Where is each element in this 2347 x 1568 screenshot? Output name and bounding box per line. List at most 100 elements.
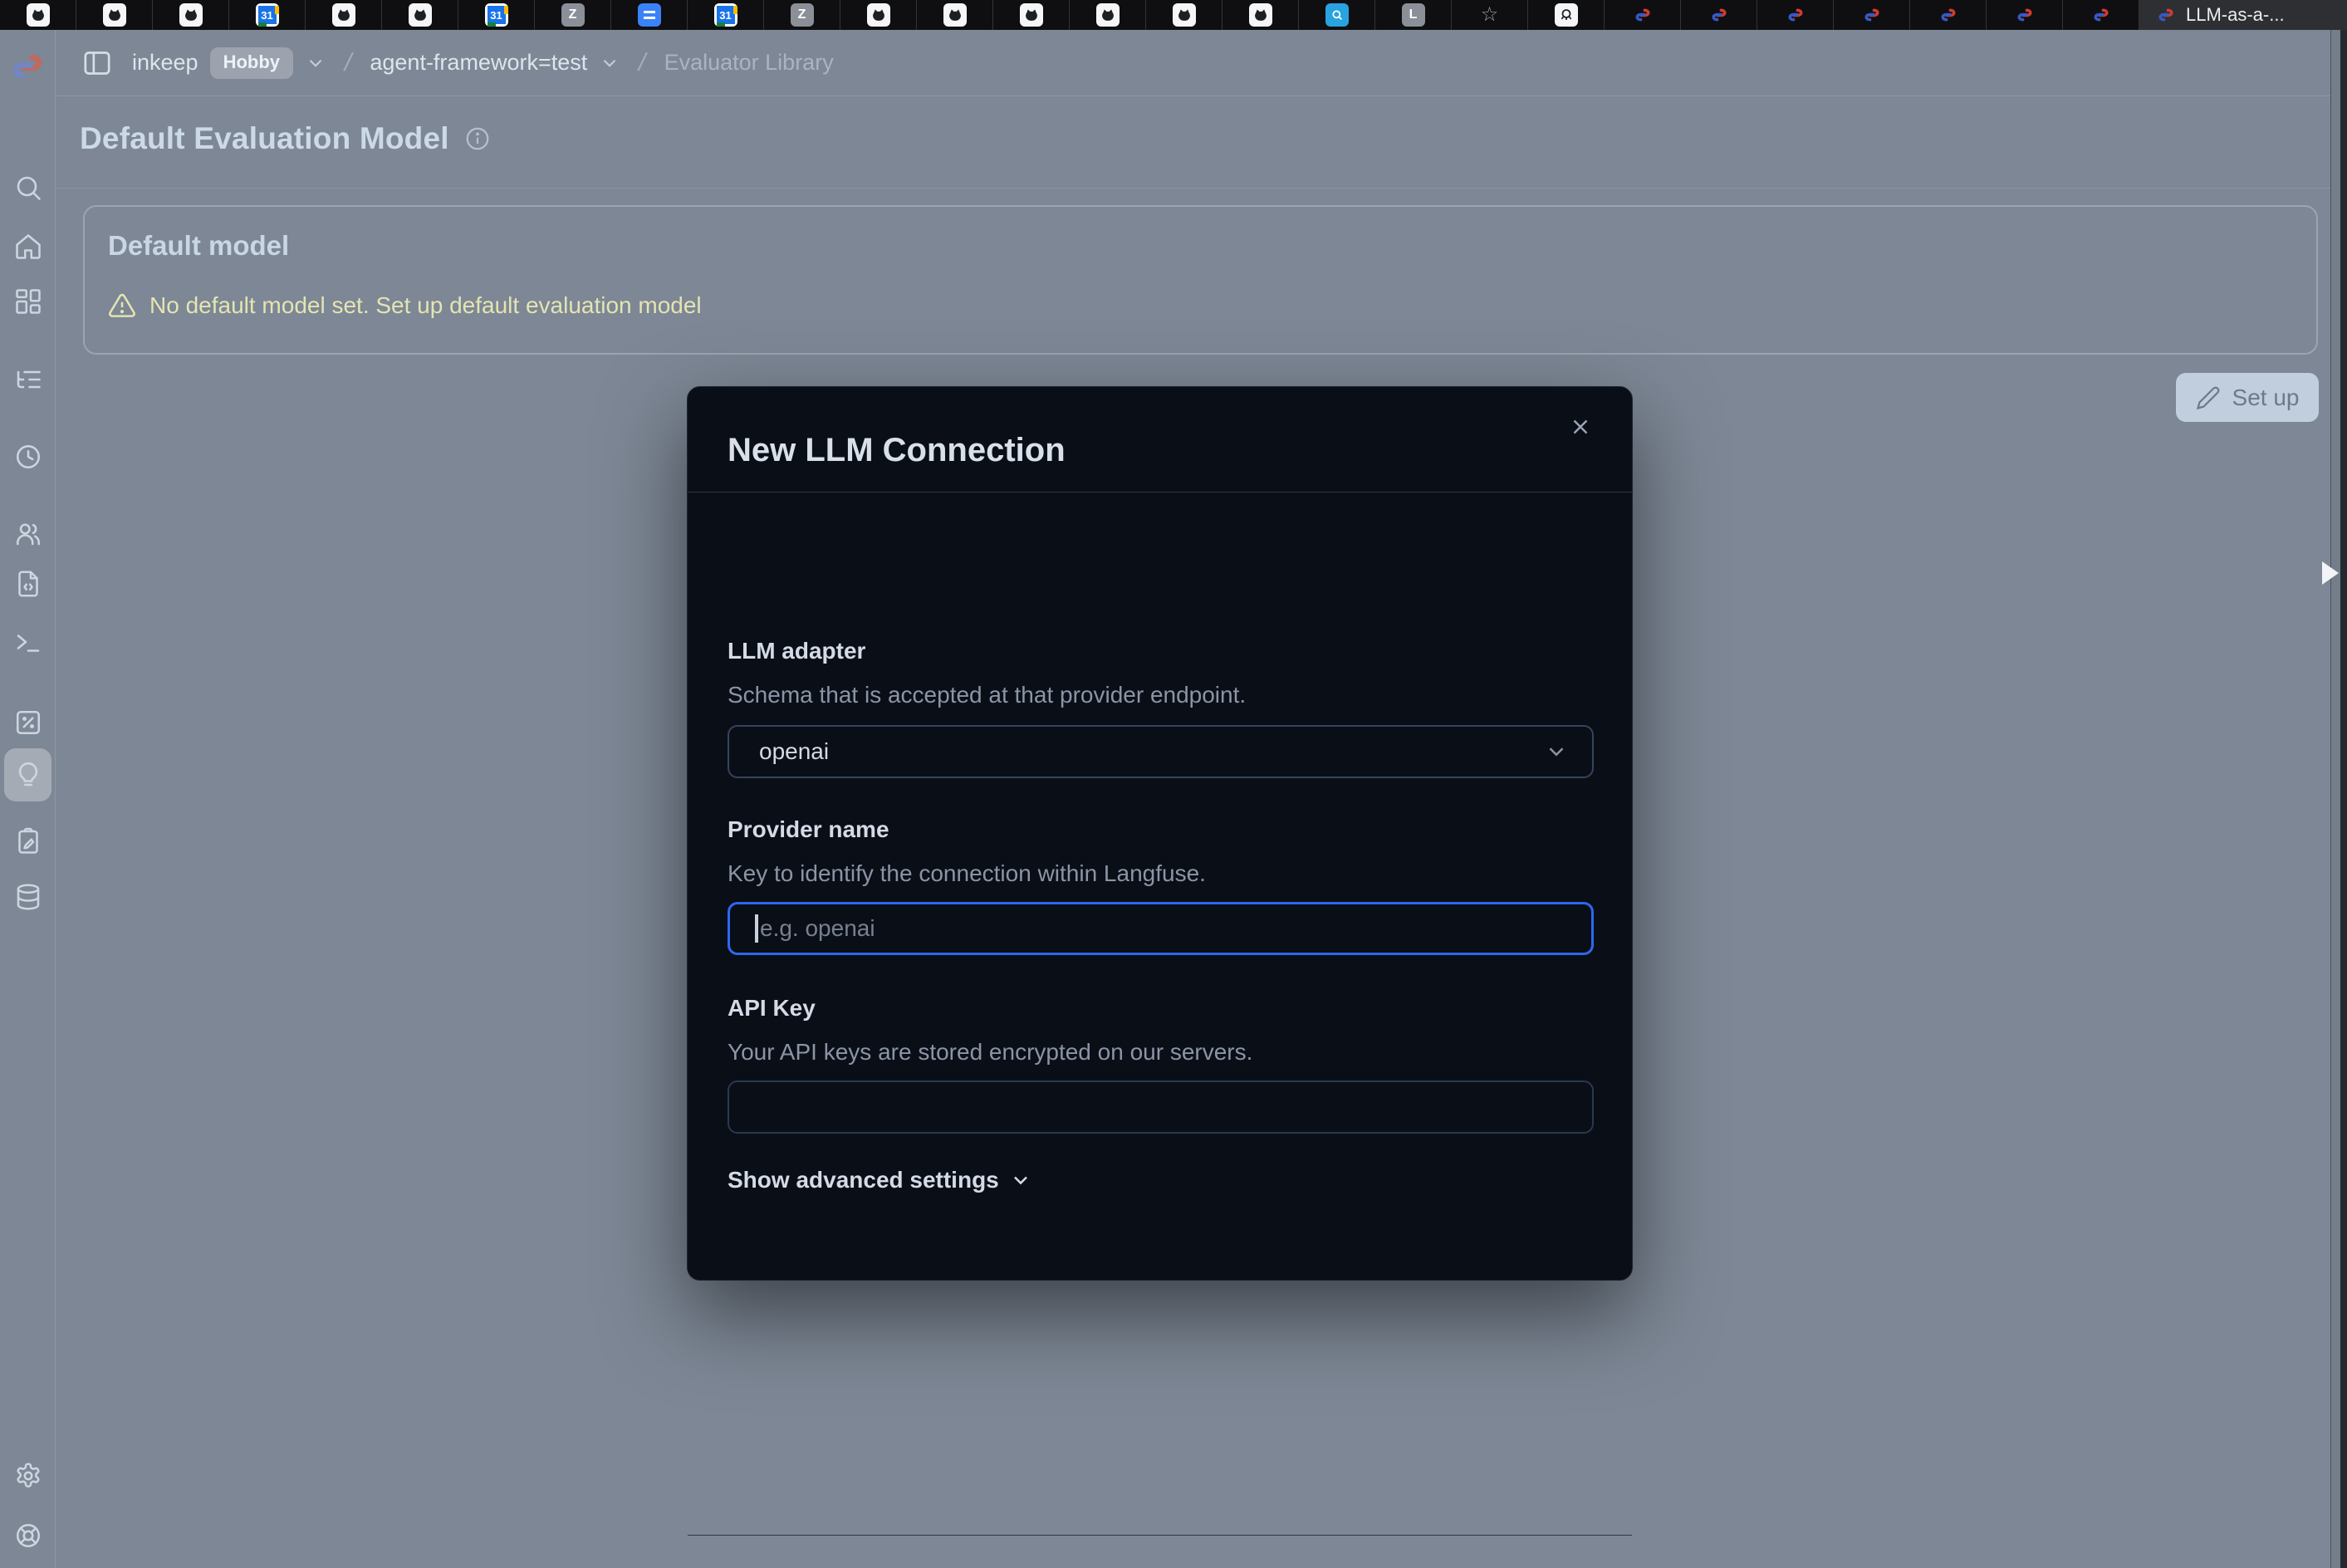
browser-tab[interactable]: [76, 0, 153, 30]
text-cursor: [755, 914, 758, 943]
provider-name-input[interactable]: [728, 902, 1594, 955]
sidebar-item-database[interactable]: [0, 870, 56, 924]
browser-tab[interactable]: [1222, 0, 1299, 30]
browser-tab[interactable]: [1987, 0, 2063, 30]
lightbulb-icon: [13, 760, 43, 790]
browser-tab[interactable]: [611, 0, 688, 30]
l-favicon-icon: L: [1402, 3, 1425, 27]
sidebar-item-terminal[interactable]: [0, 615, 56, 669]
browser-tab[interactable]: [1910, 0, 1987, 30]
close-icon[interactable]: [1562, 409, 1599, 445]
api-key-description: Your API keys are stored encrypted on ou…: [728, 1039, 1252, 1066]
provider-name-description: Key to identify the connection within La…: [728, 860, 1206, 887]
browser-tab[interactable]: [1834, 0, 1910, 30]
browser-tab[interactable]: [0, 0, 76, 30]
browser-tab[interactable]: [1528, 0, 1605, 30]
sidebar-item-home[interactable]: [0, 220, 56, 273]
github-favicon-icon: [179, 3, 203, 27]
breadcrumb-separator: /: [636, 49, 649, 77]
browser-tab[interactable]: [1605, 0, 1681, 30]
breadcrumb-project[interactable]: agent-framework=test: [370, 50, 620, 76]
browser-tab-strip: 3131Z31ZL☆LLM-as-a-...: [0, 0, 2347, 30]
langfuse-favicon-icon: [1860, 3, 1884, 27]
langfuse-favicon-icon: [2154, 3, 2178, 27]
browser-tab[interactable]: [153, 0, 229, 30]
browser-tab[interactable]: [1146, 0, 1222, 30]
github-favicon-icon: [103, 3, 126, 27]
window-edge-dark: [2340, 30, 2347, 1568]
github-favicon-icon: [1249, 3, 1272, 27]
set-up-button[interactable]: Set up: [2176, 373, 2319, 422]
browser-tab[interactable]: [993, 0, 1070, 30]
sidebar-item-users[interactable]: [0, 507, 56, 561]
browser-tab[interactable]: 31: [229, 0, 306, 30]
chevron-down-icon[interactable]: [599, 52, 620, 74]
star-favicon-icon: ☆: [1478, 3, 1502, 27]
modal-header: New LLM Connection: [688, 387, 1632, 492]
browser-tab[interactable]: 31: [688, 0, 764, 30]
no-default-model-warning: No default model set. Set up default eva…: [108, 292, 702, 320]
browser-tab[interactable]: [382, 0, 458, 30]
home-icon: [13, 232, 43, 262]
terminal-icon: [13, 627, 43, 657]
browser-tab[interactable]: [2063, 0, 2139, 30]
chevron-down-icon: [1544, 739, 1569, 764]
breadcrumb-separator: /: [341, 49, 355, 77]
chevron-down-icon[interactable]: [305, 52, 326, 74]
browser-tab[interactable]: [1299, 0, 1375, 30]
browser-tab[interactable]: L: [1375, 0, 1452, 30]
percent-square-icon: [13, 708, 43, 737]
sidebar-item-clock[interactable]: [0, 430, 56, 483]
langfuse-favicon-icon: [1784, 3, 1807, 27]
edge-arrow-icon: [2322, 561, 2339, 585]
browser-tab[interactable]: [1681, 0, 1757, 30]
breadcrumb-org[interactable]: inkeep Hobby: [132, 47, 326, 79]
info-icon[interactable]: [464, 125, 491, 152]
plan-badge: Hobby: [210, 47, 293, 79]
page-title: Default Evaluation Model: [80, 121, 449, 156]
llm-adapter-description: Schema that is accepted at that provider…: [728, 682, 1246, 708]
sidebar-item-layout-grid[interactable]: [0, 275, 56, 328]
sidebar-item-gear[interactable]: [0, 1449, 56, 1502]
modal-title: New LLM Connection: [728, 432, 1066, 469]
browser-tab[interactable]: [306, 0, 382, 30]
org-name[interactable]: inkeep: [132, 50, 198, 76]
chat-favicon-icon: [1325, 3, 1349, 27]
sidebar-item-search[interactable]: [0, 161, 56, 214]
breadcrumb-current-page: Evaluator Library: [664, 50, 834, 76]
chevron-down-icon: [1009, 1169, 1032, 1192]
sidebar-item-list-tree[interactable]: [0, 353, 56, 406]
browser-tab[interactable]: Z: [764, 0, 840, 30]
browser-tab[interactable]: Z: [535, 0, 611, 30]
show-advanced-settings-toggle[interactable]: Show advanced settings: [728, 1167, 1032, 1193]
github-favicon-icon: [943, 3, 967, 27]
warning-triangle-icon: [108, 292, 136, 320]
sidebar-item-file-code[interactable]: [0, 557, 56, 610]
browser-tab[interactable]: [1070, 0, 1146, 30]
project-name[interactable]: agent-framework=test: [370, 50, 587, 76]
browser-tab[interactable]: ☆: [1452, 0, 1528, 30]
list-tree-icon: [13, 365, 43, 394]
browser-tab[interactable]: [917, 0, 993, 30]
window-edge: [2330, 30, 2340, 1568]
browser-tab-active[interactable]: LLM-as-a-...: [2139, 0, 2347, 30]
sidebar-item-lifebuoy[interactable]: [0, 1509, 56, 1562]
langfuse-favicon-icon: [1708, 3, 1731, 27]
sidebar-item-percent-square[interactable]: [0, 696, 56, 749]
github-favicon-icon: [27, 3, 50, 27]
database-icon: [13, 882, 43, 912]
browser-tab[interactable]: 31: [458, 0, 535, 30]
clipboard-pen-icon: [13, 826, 43, 856]
default-model-card: Default model No default model set. Set …: [83, 205, 2318, 355]
github-favicon-icon: [409, 3, 432, 27]
github-favicon-icon: [1020, 3, 1043, 27]
api-key-input[interactable]: [728, 1080, 1594, 1134]
sidebar-item-clipboard-pen[interactable]: [0, 815, 56, 868]
langfuse-app-window: 3131Z31ZL☆LLM-as-a-... inkeep Hobby / ag…: [0, 0, 2347, 1568]
browser-tab[interactable]: [1757, 0, 1834, 30]
llm-adapter-value: openai: [759, 738, 829, 765]
llm-adapter-select[interactable]: openai: [728, 725, 1594, 778]
browser-tab[interactable]: [840, 0, 917, 30]
sidebar-item-lightbulb[interactable]: [0, 748, 56, 801]
sidebar-toggle-icon[interactable]: [81, 47, 114, 80]
